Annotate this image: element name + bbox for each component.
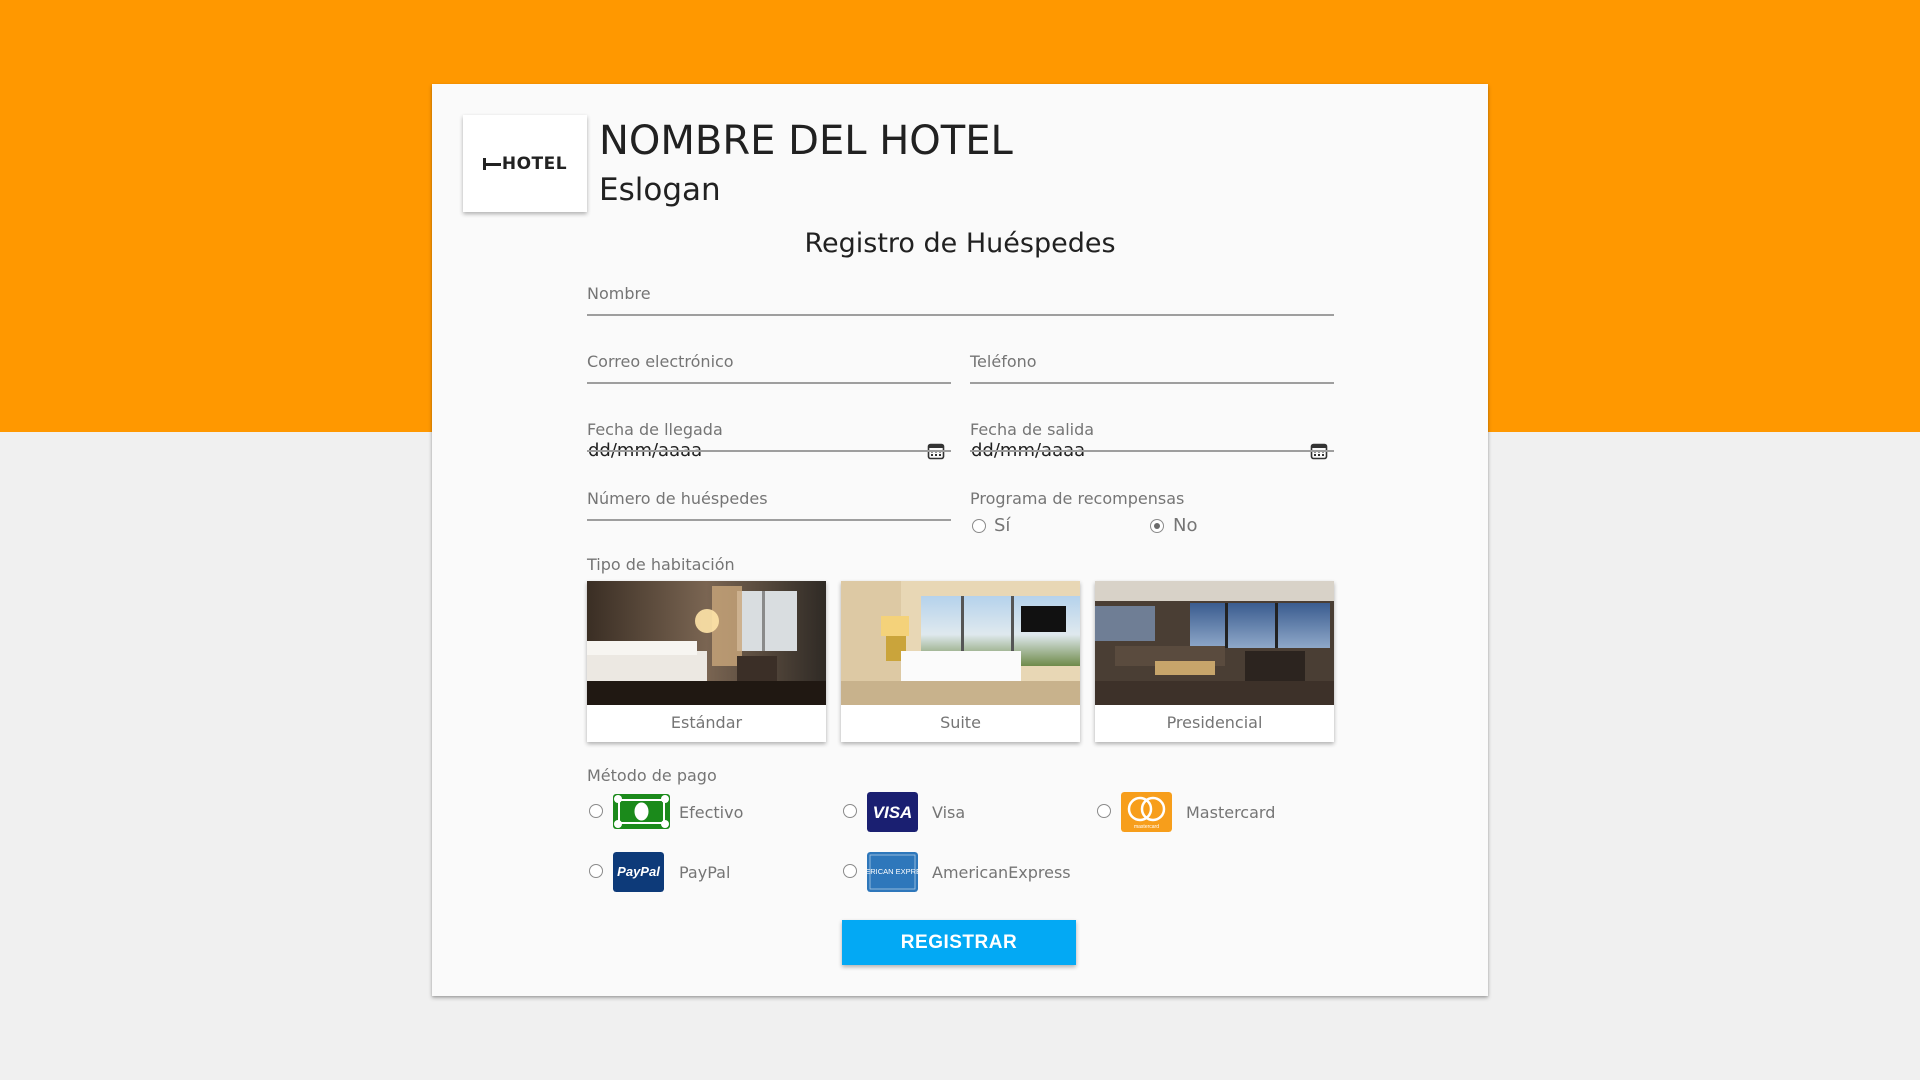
rewards-no-radio[interactable] [1150,519,1164,533]
payment-mastercard-label[interactable]: Mastercard [1186,803,1275,822]
room-card-suite[interactable]: Suite [841,581,1080,742]
guests-underline [587,519,951,521]
suite-room-image [841,581,1080,705]
paypal-icon: PayPal [613,852,664,892]
suite-room-label: Suite [940,713,981,732]
svg-text:PayPal: PayPal [617,864,660,879]
svg-text:mastercard: mastercard [1134,824,1159,830]
payment-mastercard-radio[interactable] [1097,804,1111,818]
rewards-yes-radio[interactable] [972,519,986,533]
standard-room-image [587,581,826,705]
payment-visa-radio[interactable] [843,804,857,818]
phone-underline [970,382,1334,384]
email-field[interactable]: Correo electrónico [587,352,951,384]
bed-icon [482,157,501,170]
amex-icon: AMERICAN EXPRESS [867,852,918,892]
svg-text:VISA: VISA [873,803,913,822]
presidential-room-label: Presidencial [1166,713,1263,732]
payment-visa-label[interactable]: Visa [932,803,965,822]
payment-amex-label[interactable]: AmericanExpress [932,863,1071,882]
arrival-date-label: Fecha de llegada [587,420,723,439]
rewards-no-label[interactable]: No [1173,515,1197,536]
name-label: Nombre [587,284,651,303]
email-underline [587,382,951,384]
svg-text:AMERICAN EXPRESS: AMERICAN EXPRESS [867,867,918,876]
payment-cash-radio[interactable] [589,804,603,818]
payment-paypal-label[interactable]: PayPal [679,863,730,882]
rewards-yes-label[interactable]: Sí [994,515,1010,536]
cash-icon [613,794,670,829]
payment-cash-label[interactable]: Efectivo [679,803,743,822]
presidential-room-image [1095,581,1334,705]
departure-date-underline [970,450,1334,452]
logo-wordmark: HOTEL [482,154,567,174]
name-field[interactable]: Nombre [587,284,1334,316]
guests-label: Número de huéspedes [587,489,768,508]
mastercard-icon: mastercard [1121,792,1172,832]
departure-date-label: Fecha de salida [970,420,1095,439]
hotel-logo: HOTEL [463,115,587,212]
payment-paypal-radio[interactable] [589,864,603,878]
payment-method-label: Método de pago [587,766,717,785]
visa-icon: VISA [867,792,918,832]
hotel-slogan: Eslogan [599,172,721,208]
arrival-date-underline [587,450,951,452]
phone-field[interactable]: Teléfono [970,352,1334,384]
register-button[interactable]: REGISTRAR [842,920,1076,965]
registration-card: HOTEL NOMBRE DEL HOTEL Eslogan Registro … [432,84,1488,996]
hotel-name: NOMBRE DEL HOTEL [599,118,1013,164]
payment-amex-radio[interactable] [843,864,857,878]
rewards-label: Programa de recompensas [970,489,1185,508]
room-card-presidential[interactable]: Presidencial [1095,581,1334,742]
departure-date-field[interactable]: Fecha de salida dd/mm/aaaa [970,420,1334,461]
arrival-date-field[interactable]: Fecha de llegada dd/mm/aaaa [587,420,951,461]
room-type-label: Tipo de habitación [587,555,735,574]
form-title: Registro de Huéspedes [804,228,1116,259]
name-underline [587,314,1334,316]
phone-label: Teléfono [970,352,1037,371]
guests-field[interactable]: Número de huéspedes [587,489,951,521]
email-label: Correo electrónico [587,352,734,371]
room-card-standard[interactable]: Estándar [587,581,826,742]
standard-room-label: Estándar [670,713,743,732]
